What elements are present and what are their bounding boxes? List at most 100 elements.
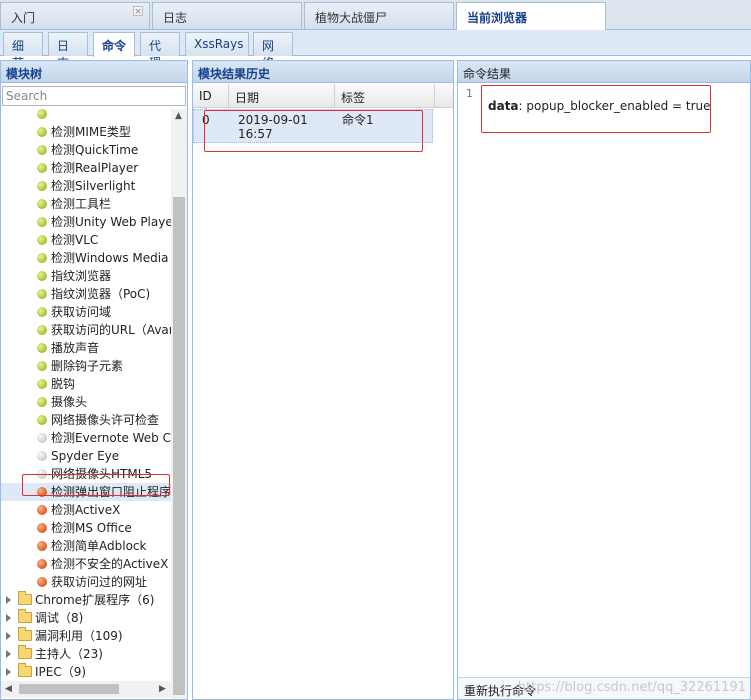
tree-module-label: 指纹浏览器（PoC)	[51, 287, 151, 301]
tree-module-item[interactable]: 删除钩子元素	[1, 357, 123, 375]
highlight-box	[481, 85, 711, 133]
close-icon[interactable]: ×	[133, 6, 143, 17]
tree-module-label: 检测QuickTime	[51, 143, 139, 157]
col-id-header[interactable]: ID	[193, 84, 229, 113]
status-green-icon	[37, 307, 47, 317]
tab-network[interactable]: 网络	[253, 32, 293, 70]
tree-module-item[interactable]: 检测Evernote Web Cli	[1, 429, 171, 447]
tree-module-item[interactable]: 检测Silverlight	[1, 177, 135, 195]
tree-module-item[interactable]: 指纹浏览器	[1, 267, 111, 285]
status-green-icon	[37, 271, 47, 281]
tree-module-item[interactable]: 检测Unity Web Player	[1, 213, 171, 231]
folder-icon	[18, 663, 32, 677]
tree-module-item[interactable]: 脱钩	[1, 375, 75, 393]
expand-arrow-icon[interactable]	[6, 650, 11, 658]
tree-module-item[interactable]: 获取访问过的网址	[1, 573, 147, 591]
tree-folder-item[interactable]: Chrome扩展程序（6)	[1, 591, 154, 609]
tree-module-item[interactable]: 获取访问的URL（Avar	[1, 321, 171, 339]
status-grey-icon	[37, 433, 47, 443]
tree-module-label: 检测VLC	[51, 233, 99, 247]
tab-commands[interactable]: 命令	[93, 32, 135, 57]
tab-pvz[interactable]: 植物大战僵尸	[304, 2, 454, 29]
tab-current-browser[interactable]: 当前浏览器	[456, 2, 606, 30]
tab-intro[interactable]: 入门 ×	[0, 2, 150, 29]
tree-module-item[interactable]: 检测ActiveX	[1, 501, 120, 519]
tab-proxy[interactable]: 代理	[140, 32, 180, 70]
tab-xssrays[interactable]: XssRays	[185, 32, 249, 56]
status-green-icon	[37, 361, 47, 371]
folder-icon	[18, 609, 32, 623]
tree-module-item[interactable]: 播放声音	[1, 339, 99, 357]
status-green-icon	[37, 235, 47, 245]
col-label-header[interactable]: 标签	[335, 84, 435, 108]
tree-module-item[interactable]: 检测QuickTime	[1, 141, 138, 159]
tree-module-item[interactable]: 网络摄像头许可检查	[1, 411, 159, 429]
scroll-right-icon[interactable]: ▶	[159, 684, 166, 694]
col-date-header[interactable]: 日期	[229, 84, 335, 108]
folder-icon	[18, 591, 32, 605]
command-result-title: 命令结果	[458, 61, 750, 83]
tree-module-label: 检测ActiveX	[51, 503, 121, 517]
tree-module-label: 播放声音	[51, 341, 100, 355]
col-label-label: 标签	[341, 91, 366, 105]
status-green-icon	[37, 109, 47, 119]
tree-module-label: 脱钩	[51, 377, 76, 391]
tree-item-partial[interactable]	[1, 109, 51, 123]
tree-folder-item[interactable]: 主持人（23)	[1, 645, 103, 663]
tree-module-item[interactable]: 检测MIME类型	[1, 123, 131, 141]
tree-module-label: Spyder Eye	[51, 449, 120, 463]
tree-module-item[interactable]: 获取访问域	[1, 303, 111, 321]
tree-folder-label: 调试（8)	[35, 611, 84, 625]
tree-module-label: 检测MIME类型	[51, 125, 131, 139]
tree-module-label: 获取访问过的网址	[51, 575, 148, 589]
status-green-icon	[37, 397, 47, 407]
status-green-icon	[37, 289, 47, 299]
tree-module-label: 检测RealPlayer	[51, 161, 139, 175]
tree-module-item[interactable]: 摄像头	[1, 393, 87, 411]
expand-arrow-icon[interactable]	[6, 596, 11, 604]
tab-logs[interactable]: 日志	[152, 2, 302, 29]
tree-folder-label: IPEC（9)	[35, 665, 87, 679]
folder-icon	[18, 645, 32, 659]
status-green-icon	[37, 145, 47, 155]
folder-icon	[18, 627, 32, 641]
tree-folder-item[interactable]: 调试（8)	[1, 609, 83, 627]
tree-module-item[interactable]: 检测不安全的ActiveX	[1, 555, 168, 573]
expand-arrow-icon[interactable]	[6, 614, 11, 622]
tab-intro-label: 入门	[11, 11, 36, 25]
hscrollbar-thumb[interactable]	[19, 684, 119, 694]
tree-module-label: 摄像头	[51, 395, 88, 409]
tab-sub-logs[interactable]: 日志	[48, 32, 88, 70]
module-tree: 检测MIME类型 检测QuickTime 检测RealPlayer 检测Silverl…	[1, 109, 171, 694]
module-tree-panel: 模块树 Search 检测MIME类型 检测QuickTime 检测RealPlay…	[0, 60, 188, 700]
tree-module-item[interactable]: 检测RealPlayer	[1, 159, 138, 177]
tree-module-label: 检测Windows Media P	[51, 251, 171, 265]
status-green-icon	[37, 127, 47, 137]
tree-module-label: 网络摄像头许可检查	[51, 413, 160, 427]
sub-tab-bar: 细节 日志 命令 代理 XssRays 网络	[0, 30, 751, 70]
status-green-icon	[37, 343, 47, 353]
status-green-icon	[37, 379, 47, 389]
scrollbar-thumb[interactable]	[173, 197, 185, 695]
tree-folder-item[interactable]: IPEC（9)	[1, 663, 86, 681]
tree-module-item[interactable]: 检测简单Adblock	[1, 537, 146, 555]
tab-commands-label: 命令	[102, 39, 127, 53]
scroll-left-icon[interactable]: ◀	[5, 684, 12, 694]
tree-module-item[interactable]: 检测Windows Media P	[1, 249, 171, 267]
status-orange-icon	[37, 505, 47, 515]
vertical-scrollbar[interactable]: ▲ ▼	[171, 109, 187, 699]
tree-module-item[interactable]: 检测工具栏	[1, 195, 111, 213]
search-input[interactable]: Search	[2, 86, 186, 106]
tab-details[interactable]: 细节	[3, 32, 43, 70]
tree-module-item[interactable]: Spyder Eye	[1, 447, 119, 465]
tree-module-item[interactable]: 检测MS Office	[1, 519, 132, 537]
tree-module-label: 检测Evernote Web Cli	[51, 431, 171, 445]
expand-arrow-icon[interactable]	[6, 632, 11, 640]
tree-module-item[interactable]: 检测VLC	[1, 231, 98, 249]
horizontal-scrollbar[interactable]: ◀ ▶	[1, 681, 171, 697]
expand-arrow-icon[interactable]	[6, 668, 11, 676]
scroll-up-icon[interactable]: ▲	[175, 111, 182, 121]
tree-folder-item[interactable]: 漏洞利用（109)	[1, 627, 123, 645]
watermark: https://blog.csdn.net/qq_32261191	[517, 680, 746, 695]
tree-module-item[interactable]: 指纹浏览器（PoC)	[1, 285, 150, 303]
